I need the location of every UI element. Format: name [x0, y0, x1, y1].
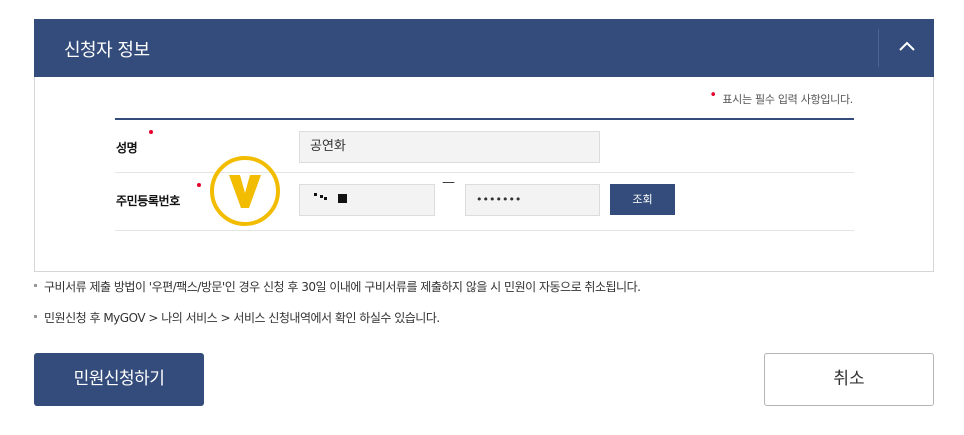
- v-check-badge-icon: [210, 156, 280, 226]
- lookup-button[interactable]: 조회: [610, 184, 675, 215]
- required-marker: •: [709, 88, 717, 103]
- required-note-text: 표시는 필수 입력 사항입니다.: [722, 93, 853, 106]
- name-label: 성명: [116, 141, 138, 155]
- table-top-rule: [115, 118, 854, 120]
- bullet-icon: [34, 284, 37, 287]
- rrn-front-field[interactable]: [299, 184, 435, 216]
- rrn-separator: —: [442, 175, 455, 190]
- chevron-up-icon: [899, 41, 915, 51]
- notice-item: 구비서류 제출 방법이 '우편/팩스/방문'인 경우 신청 후 30일 이내에 …: [34, 278, 641, 295]
- required-note: • 표시는 필수 입력 사항입니다.: [709, 88, 853, 107]
- bullet-icon: [34, 315, 37, 318]
- rrn-back-field[interactable]: •••••••: [465, 184, 600, 216]
- cancel-button[interactable]: 취소: [764, 353, 934, 406]
- name-field[interactable]: 공연화: [299, 131, 600, 163]
- apply-civil-petition-button[interactable]: 민원신청하기: [34, 353, 204, 406]
- section-title: 신청자 정보: [64, 40, 150, 61]
- required-marker: [149, 130, 153, 134]
- notice-item: 민원신청 후 MyGOV > 나의 서비스 > 서비스 신청내역에서 확인 하실…: [34, 309, 440, 326]
- applicant-info-form: • 표시는 필수 입력 사항입니다. 성명 공연화 주민등록번호 — •••••…: [34, 77, 934, 272]
- collapse-button[interactable]: [879, 19, 934, 77]
- applicant-info-header: 신청자 정보: [34, 19, 934, 77]
- row-divider: [115, 230, 854, 231]
- required-marker: [197, 183, 201, 187]
- rrn-label: 주민등록번호: [116, 194, 180, 208]
